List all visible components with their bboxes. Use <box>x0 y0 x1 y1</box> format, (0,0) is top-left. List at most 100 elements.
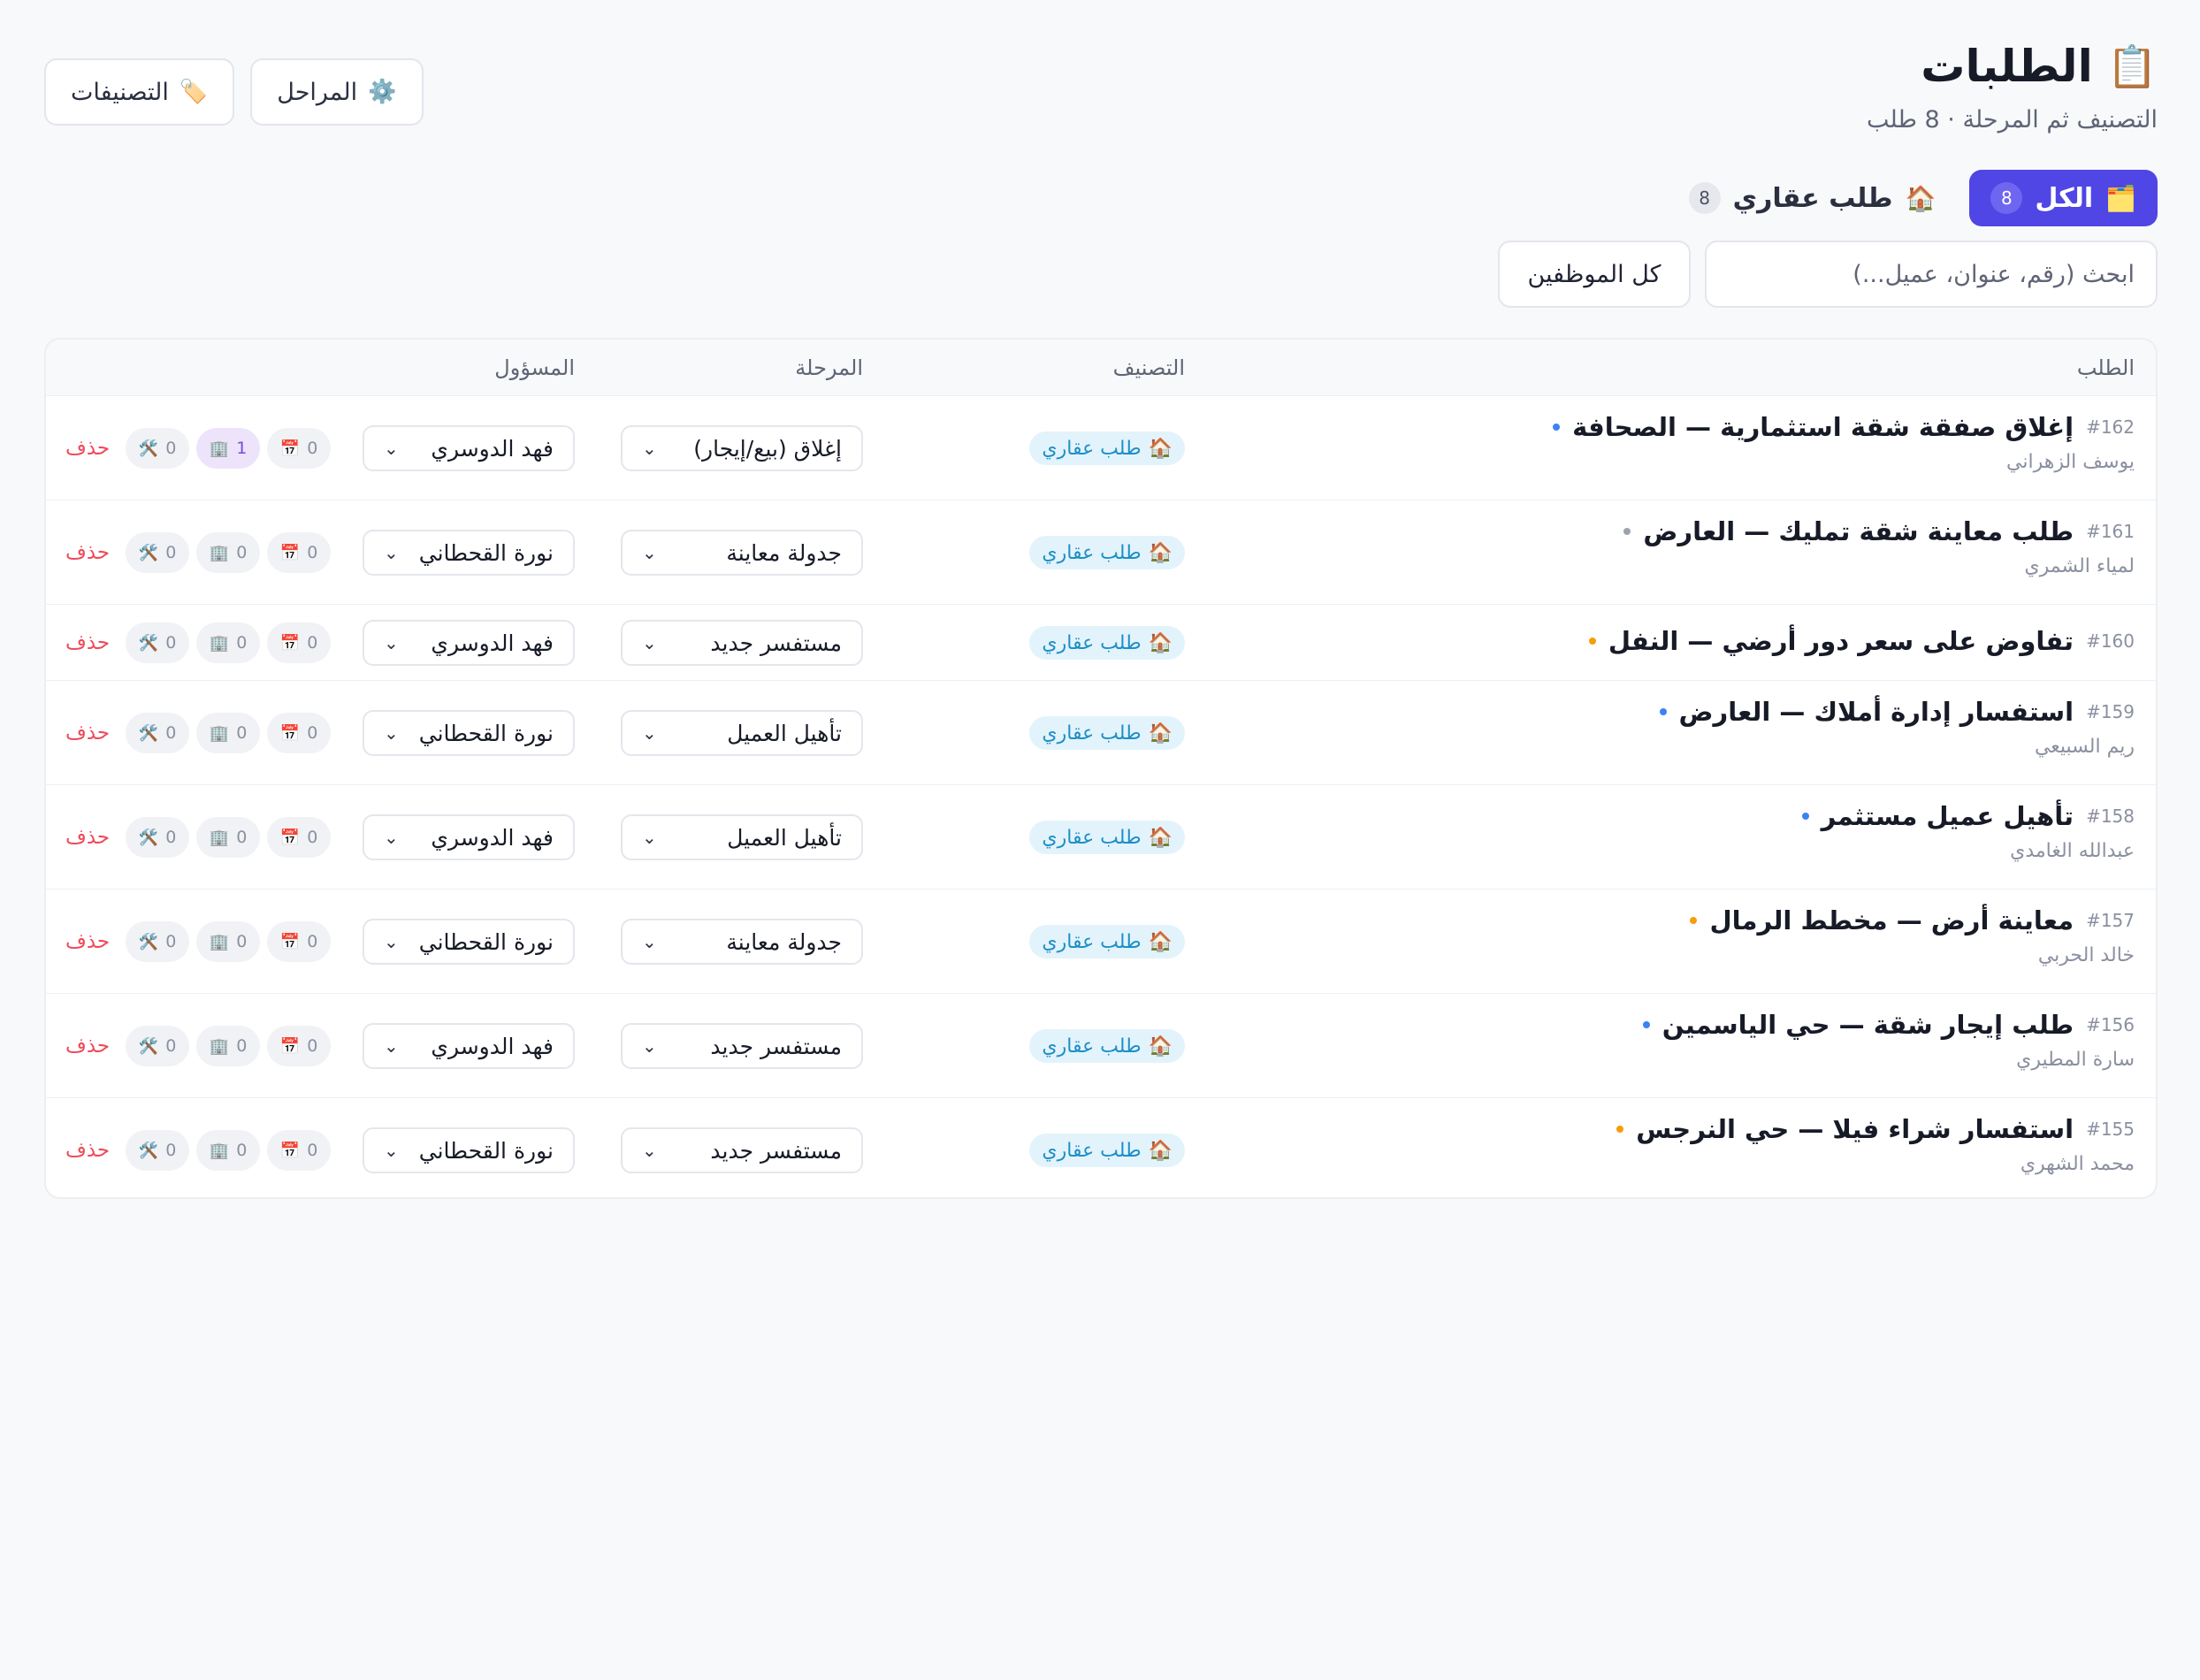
category-badge: 🏠 طلب عقاري <box>1029 821 1185 854</box>
table-row[interactable]: #158 تأهيل عميل مستثمر عبدالله الغامدي 🏠… <box>46 785 2156 890</box>
house-icon: 🏠 <box>1148 826 1173 849</box>
tools-count[interactable]: 🛠️ 0 <box>126 713 190 753</box>
owner-value: نورة القحطاني <box>418 720 554 746</box>
owner-value: نورة القحطاني <box>418 928 554 955</box>
tools-count[interactable]: 🛠️ 0 <box>126 1130 190 1171</box>
tab-all[interactable]: 🗂️ الكل 8 <box>1969 170 2158 226</box>
house-icon: 🏠 <box>1148 722 1173 745</box>
tools-icon: 🛠️ <box>138 439 159 458</box>
owner-select[interactable]: نورة القحطاني ⌄ <box>363 919 575 965</box>
delete-button[interactable]: حذف <box>65 541 110 564</box>
request-number: #162 <box>2086 416 2135 438</box>
documents-count[interactable]: 🏢 0 <box>196 1130 261 1171</box>
client-name: يوسف الزهراني <box>2006 451 2135 473</box>
owner-select[interactable]: نورة القحطاني ⌄ <box>363 530 575 576</box>
stage-select[interactable]: تأهيل العميل ⌄ <box>621 814 863 860</box>
row-actions: حذف 🛠️ 0 🏢 0 📅 0 <box>65 713 332 753</box>
stage-select[interactable]: مستفسر جديد ⌄ <box>621 620 863 666</box>
owner-select[interactable]: نورة القحطاني ⌄ <box>363 710 575 756</box>
stage-select[interactable]: مستفسر جديد ⌄ <box>621 1127 863 1173</box>
clipboard-icon: 📋 <box>2106 42 2158 90</box>
documents-count[interactable]: 🏢 1 <box>196 428 261 469</box>
calendar-count[interactable]: 📅 0 <box>267 713 332 753</box>
calendar-count[interactable]: 📅 0 <box>267 532 332 573</box>
delete-button[interactable]: حذف <box>65 930 110 953</box>
delete-button[interactable]: حذف <box>65 826 110 849</box>
calendar-count[interactable]: 📅 0 <box>267 1026 332 1066</box>
request-title[interactable]: طلب معاينة شقة تمليك — العارض <box>1643 516 2074 546</box>
calendar-count[interactable]: 📅 0 <box>267 622 332 663</box>
owner-select[interactable]: نورة القحطاني ⌄ <box>363 1127 575 1173</box>
calendar-count[interactable]: 📅 0 <box>267 1130 332 1171</box>
table-row[interactable]: #160 تفاوض على سعر دور أرضي — النفل 🏠 طل… <box>46 605 2156 681</box>
tools-count[interactable]: 🛠️ 0 <box>126 921 190 962</box>
documents-count[interactable]: 🏢 0 <box>196 817 261 858</box>
request-title[interactable]: تفاوض على سعر دور أرضي — النفل <box>1608 626 2074 656</box>
documents-count[interactable]: 🏢 0 <box>196 713 261 753</box>
stage-select[interactable]: مستفسر جديد ⌄ <box>621 1023 863 1069</box>
delete-button[interactable]: حذف <box>65 722 110 745</box>
tools-count[interactable]: 🛠️ 0 <box>126 428 190 469</box>
table-row[interactable]: #156 طلب إيجار شقة — حي الياسمين سارة ال… <box>46 994 2156 1098</box>
request-title[interactable]: تأهيل عميل مستثمر <box>1822 801 2074 831</box>
tools-count[interactable]: 🛠️ 0 <box>126 1026 190 1066</box>
owner-select[interactable]: فهد الدوسري ⌄ <box>363 620 575 666</box>
table-row[interactable]: #155 استفسار شراء فيلا — حي النرجس محمد … <box>46 1098 2156 1197</box>
tools-count[interactable]: 🛠️ 0 <box>126 817 190 858</box>
delete-button[interactable]: حذف <box>65 1035 110 1058</box>
tools-count[interactable]: 🛠️ 0 <box>126 622 190 663</box>
request-title[interactable]: إغلاق صفقة شقة استثمارية — الصحافة <box>1572 412 2074 442</box>
documents-count[interactable]: 🏢 0 <box>196 622 261 663</box>
stage-select[interactable]: تأهيل العميل ⌄ <box>621 710 863 756</box>
status-dot <box>1588 638 1596 645</box>
status-dot <box>1801 813 1809 820</box>
page-header: 📋 الطلبات <box>1921 41 2158 92</box>
tab-real-estate[interactable]: 🏠 طلب عقاري 8 <box>1688 170 1936 226</box>
calendar-count[interactable]: 📅 0 <box>267 817 332 858</box>
stage-select[interactable]: جدولة معاينة ⌄ <box>621 919 863 965</box>
request-title[interactable]: استفسار إدارة أملاك — العارض <box>1679 697 2074 727</box>
table-row[interactable]: #159 استفسار إدارة أملاك — العارض ريم ال… <box>46 681 2156 785</box>
client-name: خالد الحربي <box>2037 944 2135 966</box>
documents-count[interactable]: 🏢 0 <box>196 532 261 573</box>
tools-icon: 🛠️ <box>138 932 159 951</box>
documents-count[interactable]: 🏢 0 <box>196 921 261 962</box>
tools-count[interactable]: 🛠️ 0 <box>126 532 190 573</box>
calendar-count-value: 0 <box>307 932 318 951</box>
owner-select[interactable]: فهد الدوسري ⌄ <box>363 1023 575 1069</box>
request-title[interactable]: معاينة أرض — مخطط الرمال <box>1709 905 2074 935</box>
stage-value: تأهيل العميل <box>727 720 842 746</box>
owner-select[interactable]: فهد الدوسري ⌄ <box>363 814 575 860</box>
page-subtitle: التصنيف ثم المرحلة · 8 طلب <box>1867 106 2158 134</box>
delete-button[interactable]: حذف <box>65 437 110 460</box>
building-icon: 🏢 <box>209 1141 230 1160</box>
search-input[interactable] <box>1705 241 2158 308</box>
table-row[interactable]: #161 طلب معاينة شقة تمليك — العارض لمياء… <box>46 500 2156 605</box>
categories-button[interactable]: 🏷️ التصنيفات <box>44 58 235 126</box>
delete-button[interactable]: حذف <box>65 631 110 654</box>
tools-icon: 🛠️ <box>138 723 159 743</box>
category-label: طلب عقاري <box>1042 722 1142 745</box>
stage-select[interactable]: جدولة معاينة ⌄ <box>621 530 863 576</box>
table-row[interactable]: #162 إغلاق صفقة شقة استثمارية — الصحافة … <box>46 396 2156 500</box>
delete-button[interactable]: حذف <box>65 1139 110 1162</box>
owner-select[interactable]: فهد الدوسري ⌄ <box>363 425 575 471</box>
calendar-icon: 📅 <box>279 1141 301 1160</box>
table-row[interactable]: #157 معاينة أرض — مخطط الرمال خالد الحرب… <box>46 890 2156 994</box>
calendar-count[interactable]: 📅 0 <box>267 428 332 469</box>
row-actions: حذف 🛠️ 0 🏢 0 📅 0 <box>65 1130 332 1171</box>
request-title[interactable]: استفسار شراء فيلا — حي النرجس <box>1636 1114 2074 1144</box>
documents-count[interactable]: 🏢 0 <box>196 1026 261 1066</box>
owner-value: فهد الدوسري <box>431 435 554 462</box>
stage-select[interactable]: إغلاق (بيع/إيجار) ⌄ <box>621 425 863 471</box>
category-label: طلب عقاري <box>1042 1035 1142 1058</box>
request-title[interactable]: طلب إيجار شقة — حي الياسمين <box>1662 1010 2074 1040</box>
documents-count-value: 0 <box>236 1141 248 1160</box>
category-label: طلب عقاري <box>1042 930 1142 953</box>
staff-filter-select[interactable]: كل الموظفين <box>1498 241 1691 308</box>
calendar-count[interactable]: 📅 0 <box>267 921 332 962</box>
stages-button[interactable]: ⚙️ المراحل <box>250 58 424 126</box>
chevron-down-icon: ⌄ <box>384 632 399 653</box>
gear-icon: ⚙️ <box>368 79 397 105</box>
stage-value: مستفسر جديد <box>710 1033 842 1059</box>
